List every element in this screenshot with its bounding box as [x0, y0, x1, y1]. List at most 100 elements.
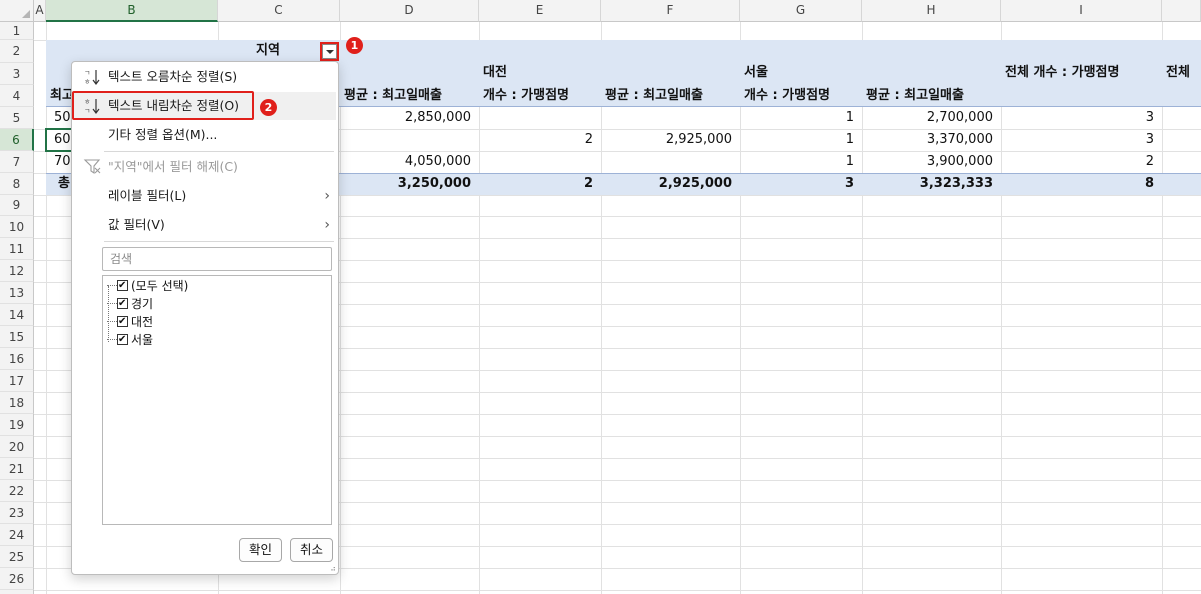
data-cell[interactable]: 2,850,000	[340, 107, 479, 129]
filter-item-label: (모두 선택)	[131, 279, 189, 293]
row-header-23[interactable]: 23	[0, 502, 34, 524]
row-header-10[interactable]: 10	[0, 216, 34, 238]
col-header-h[interactable]: H	[862, 0, 1001, 22]
total-cell[interactable]: 3,250,000	[340, 173, 479, 195]
grid-line	[34, 590, 1201, 591]
data-cell[interactable]: 1	[740, 107, 862, 129]
callout-badge-1: 1	[346, 37, 363, 54]
row-header-3[interactable]: 3	[0, 63, 34, 85]
data-cell[interactable]: 3	[1001, 129, 1162, 151]
row-header-7[interactable]: 7	[0, 151, 34, 173]
pivot-col-header-i: 전체 개수 : 가맹점명	[1005, 65, 1120, 80]
col-header-b[interactable]: B	[46, 0, 218, 22]
row-header-25[interactable]: 25	[0, 546, 34, 568]
data-cell[interactable]: 3,900,000	[862, 151, 1001, 173]
row-header-22[interactable]: 22	[0, 480, 34, 502]
row-header-11[interactable]: 11	[0, 238, 34, 260]
row-header-9[interactable]: 9	[0, 195, 34, 216]
filter-values-list[interactable]: (모두 선택) 경기 대전 서울	[102, 275, 332, 525]
row-header-13[interactable]: 13	[0, 282, 34, 304]
pivot-col-header-f: 평균 : 최고일매출	[605, 88, 703, 103]
col-header-c[interactable]: C	[218, 0, 340, 22]
data-cell[interactable]: 2,925,000	[601, 129, 740, 151]
region-filter-dropdown-button[interactable]	[320, 42, 339, 61]
label-filter-label: 레이블 필터(L)	[108, 188, 187, 203]
filter-item[interactable]: 서울	[107, 331, 154, 349]
total-cell[interactable]: 2,925,000	[601, 173, 740, 195]
filter-item[interactable]: 대전	[107, 313, 154, 331]
total-cell[interactable]: 3	[740, 173, 862, 195]
data-cell[interactable]: 3	[1001, 107, 1162, 129]
row-header-6[interactable]: 6	[0, 129, 34, 151]
data-cell[interactable]: 1	[740, 129, 862, 151]
row-header-27[interactable]: 27	[0, 590, 34, 594]
total-cell[interactable]: 3,323,333	[862, 173, 1001, 195]
filter-item-label: 대전	[131, 315, 154, 329]
row-header-15[interactable]: 15	[0, 326, 34, 348]
checkbox-checked-icon[interactable]	[117, 295, 128, 313]
col-header-f[interactable]: F	[601, 0, 740, 22]
col-header-d[interactable]: D	[340, 0, 479, 22]
row-header-8[interactable]: 8	[0, 173, 34, 195]
row-header-1[interactable]: 1	[0, 22, 34, 40]
clear-filter-label: "지역"에서 필터 해제(C)	[108, 159, 238, 174]
more-sort-options-item[interactable]: 기타 정렬 옵션(M)...	[74, 121, 336, 149]
row-header-5[interactable]: 5	[0, 107, 34, 129]
col-header-a[interactable]: A	[34, 0, 46, 22]
spreadsheet-grid[interactable]: A B C D E F G H I 1 2 3 4 5 6 7 8 9 10 1…	[0, 0, 1201, 594]
filter-item-label: 서울	[131, 333, 154, 347]
row-header-18[interactable]: 18	[0, 392, 34, 414]
row-header-26[interactable]: 26	[0, 568, 34, 590]
row-header-2[interactable]: 2	[0, 40, 34, 63]
menu-separator	[104, 241, 334, 242]
tree-connector	[107, 339, 117, 340]
pivot-col-header-j: 전체	[1166, 65, 1190, 80]
label-filter-item[interactable]: 레이블 필터(L) ›	[74, 182, 336, 210]
data-cell[interactable]: 4,050,000	[340, 151, 479, 173]
value-filter-label: 값 필터(V)	[108, 217, 165, 232]
select-all-corner[interactable]	[0, 0, 34, 22]
data-cell[interactable]: 3,370,000	[862, 129, 1001, 151]
checkbox-checked-icon[interactable]	[117, 331, 128, 349]
row-header-19[interactable]: 19	[0, 414, 34, 436]
filter-search-input[interactable]: 검색	[102, 247, 332, 271]
pivot-col-header-e: 개수 : 가맹점명	[483, 88, 570, 103]
sort-descending-highlight	[72, 91, 254, 120]
data-cell[interactable]: 2	[479, 129, 601, 151]
row-header-17[interactable]: 17	[0, 370, 34, 392]
total-cell[interactable]: 8	[1001, 173, 1162, 195]
pivot-region-header[interactable]: 지역	[218, 40, 318, 62]
sort-ascending-icon: ㄱ ㅎ	[83, 67, 103, 87]
grid-line	[601, 22, 602, 594]
col-header-j[interactable]	[1162, 0, 1201, 22]
pivot-col-header-h: 평균 : 최고일매출	[866, 88, 964, 103]
checkbox-checked-icon[interactable]	[117, 277, 128, 295]
row-header-21[interactable]: 21	[0, 458, 34, 480]
row-header-16[interactable]: 16	[0, 348, 34, 370]
filter-sort-menu: ㄱ ㅎ 텍스트 오름차순 정렬(S) ㅎ ㄱ 텍스트 내림차순 정렬(O) 기타	[71, 61, 339, 575]
clear-filter-item: "지역"에서 필터 해제(C)	[74, 153, 336, 181]
filter-item[interactable]: 경기	[107, 295, 153, 313]
cancel-button[interactable]: 취소	[290, 538, 333, 562]
row-header-4[interactable]: 4	[0, 85, 34, 107]
row-header-12[interactable]: 12	[0, 260, 34, 282]
data-cell[interactable]: 2	[1001, 151, 1162, 173]
data-cell[interactable]: 1	[740, 151, 862, 173]
value-filter-item[interactable]: 값 필터(V) ›	[74, 211, 336, 239]
data-cell[interactable]: 2,700,000	[862, 107, 1001, 129]
menu-separator	[104, 151, 334, 152]
row-header-14[interactable]: 14	[0, 304, 34, 326]
row-header-20[interactable]: 20	[0, 436, 34, 458]
filter-item-select-all[interactable]: (모두 선택)	[107, 277, 189, 295]
tree-connector	[107, 303, 117, 304]
col-header-i[interactable]: I	[1001, 0, 1162, 22]
resize-grip-icon[interactable]: ⠴	[330, 564, 336, 573]
tree-connector	[107, 285, 117, 286]
sort-ascending-item[interactable]: ㄱ ㅎ 텍스트 오름차순 정렬(S)	[74, 63, 336, 91]
total-cell[interactable]: 2	[479, 173, 601, 195]
col-header-g[interactable]: G	[740, 0, 862, 22]
checkbox-checked-icon[interactable]	[117, 313, 128, 331]
row-header-24[interactable]: 24	[0, 524, 34, 546]
ok-button[interactable]: 확인	[239, 538, 282, 562]
col-header-e[interactable]: E	[479, 0, 601, 22]
